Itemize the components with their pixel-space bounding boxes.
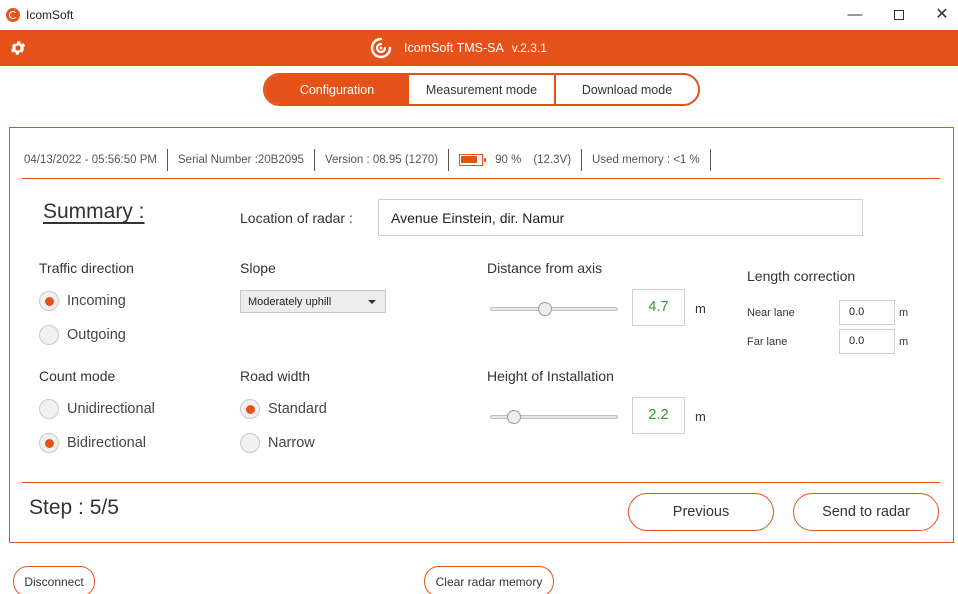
height-slider[interactable]	[490, 407, 620, 427]
radio-bidirectional[interactable]: Bidirectional	[39, 433, 146, 453]
height-value[interactable]: 2.2	[632, 397, 685, 434]
tab-measurement-mode[interactable]: Measurement mode	[409, 75, 556, 104]
disconnect-button[interactable]: Disconnect	[13, 566, 95, 594]
radio-label: Narrow	[268, 435, 315, 451]
radio-unidirectional[interactable]: Unidirectional	[39, 399, 155, 419]
chevron-down-icon	[368, 300, 376, 304]
radio-incoming[interactable]: Incoming	[39, 291, 126, 311]
maximize-icon	[894, 10, 904, 20]
radio-outgoing[interactable]: Outgoing	[39, 325, 126, 345]
height-unit: m	[695, 409, 706, 424]
tab-configuration[interactable]: Configuration	[265, 75, 409, 104]
slope-select[interactable]: Moderately uphill	[240, 290, 386, 313]
radar-logo-icon	[370, 37, 392, 59]
status-serial: Serial Number :20B2095	[168, 149, 315, 171]
count-mode-label: Count mode	[39, 368, 116, 384]
radio-dot	[39, 325, 59, 345]
status-used-memory: Used memory : <1 %	[582, 149, 711, 171]
near-lane-input[interactable]: 0.0	[839, 300, 895, 325]
slider-thumb[interactable]	[538, 302, 552, 316]
distance-from-axis-label: Distance from axis	[487, 260, 603, 276]
radio-standard[interactable]: Standard	[240, 399, 327, 419]
near-lane-unit: m	[899, 307, 909, 319]
configuration-panel: 04/13/2022 - 05:56:50 PM Serial Number :…	[9, 127, 954, 543]
app-name: IcomSoft TMS-SA	[404, 41, 504, 55]
minimize-button[interactable]: —	[840, 4, 870, 26]
previous-button[interactable]: Previous	[628, 493, 774, 531]
radio-label: Bidirectional	[67, 435, 146, 451]
divider	[22, 178, 940, 179]
step-indicator: Step : 5/5	[29, 496, 119, 519]
near-lane-label: Near lane	[747, 307, 795, 319]
location-label: Location of radar :	[240, 210, 353, 226]
app-version: v.2.3.1	[511, 41, 547, 55]
slider-thumb[interactable]	[507, 410, 521, 424]
maximize-button[interactable]	[884, 4, 914, 26]
far-lane-input[interactable]: 0.0	[839, 329, 895, 354]
header-branding: IcomSoft TMS-SA v.2.3.1	[368, 36, 547, 60]
status-battery: 90 % (12.3V)	[449, 149, 583, 171]
battery-voltage: (12.3V)	[533, 154, 572, 166]
height-of-installation-label: Height of Installation	[487, 368, 614, 384]
summary-title: Summary :	[43, 200, 145, 223]
mode-tabs: Configuration Measurement mode Download …	[263, 73, 700, 106]
battery-percent: 90 %	[495, 154, 522, 166]
radio-dot	[240, 433, 260, 453]
slope-label: Slope	[240, 260, 276, 276]
far-lane-label: Far lane	[747, 336, 788, 348]
length-correction-label: Length correction	[747, 268, 856, 284]
traffic-direction-label: Traffic direction	[39, 260, 134, 276]
radio-label: Unidirectional	[67, 401, 155, 417]
status-version: Version : 08.95 (1270)	[315, 149, 450, 171]
status-bar: 04/13/2022 - 05:56:50 PM Serial Number :…	[24, 148, 711, 172]
radio-label: Standard	[268, 401, 327, 417]
app-header: IcomSoft TMS-SA v.2.3.1	[0, 30, 958, 66]
radio-label: Outgoing	[67, 327, 126, 343]
distance-slider[interactable]	[490, 299, 620, 319]
distance-value[interactable]: 4.7	[632, 289, 685, 326]
radio-dot	[39, 433, 59, 453]
far-lane-unit: m	[899, 336, 909, 348]
app-logo-icon	[6, 8, 20, 22]
window-title: IcomSoft	[26, 8, 74, 22]
slider-track	[490, 307, 618, 311]
radio-label: Incoming	[67, 293, 126, 309]
send-to-radar-button[interactable]: Send to radar	[793, 493, 939, 531]
road-width-label: Road width	[240, 368, 311, 384]
radio-dot	[240, 399, 260, 419]
window-titlebar: IcomSoft — ✕	[0, 0, 958, 30]
radio-dot	[39, 399, 59, 419]
location-input[interactable]	[378, 199, 863, 236]
distance-unit: m	[695, 301, 706, 316]
close-button[interactable]: ✕	[927, 4, 957, 26]
tab-download-mode[interactable]: Download mode	[556, 75, 698, 104]
status-datetime: 04/13/2022 - 05:56:50 PM	[24, 149, 168, 171]
gear-icon[interactable]	[9, 39, 27, 57]
radio-narrow[interactable]: Narrow	[240, 433, 315, 453]
battery-icon	[459, 154, 487, 166]
divider	[22, 482, 940, 483]
clear-radar-memory-button[interactable]: Clear radar memory	[424, 566, 554, 594]
slope-selected-value: Moderately uphill	[248, 295, 332, 308]
radio-dot	[39, 291, 59, 311]
